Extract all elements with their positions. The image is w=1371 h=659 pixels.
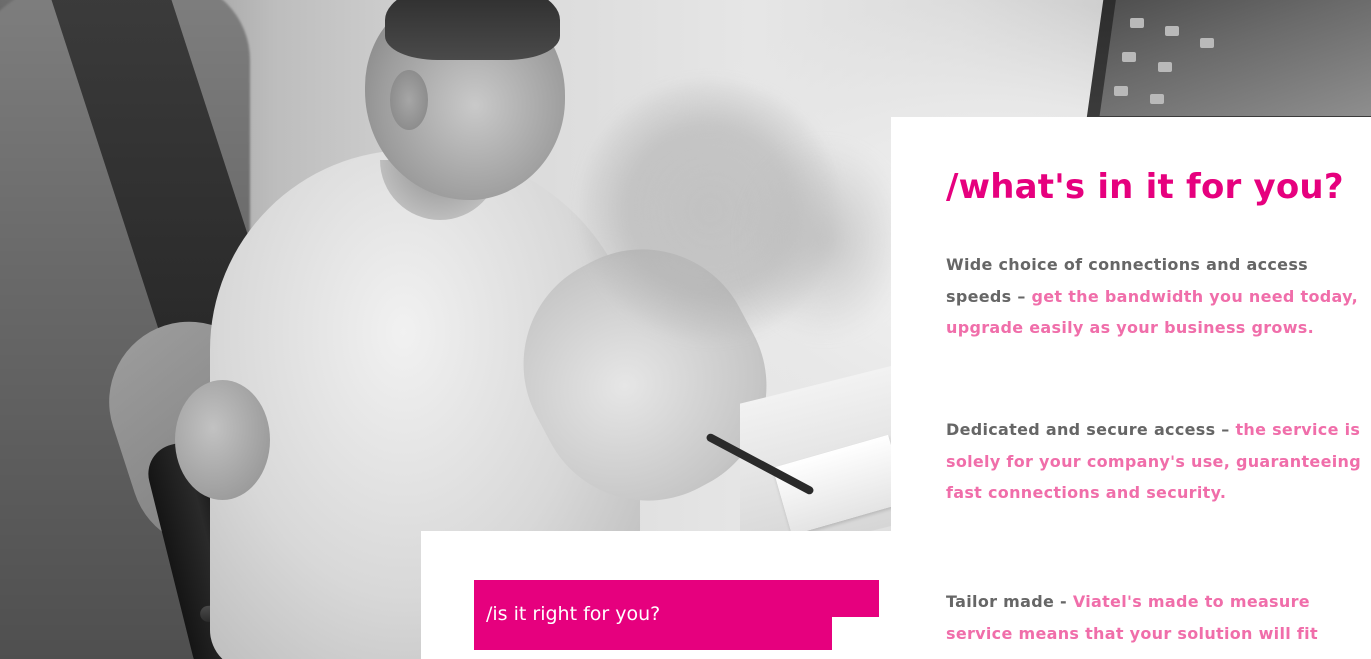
photo-desktop-icon <box>1165 26 1179 36</box>
photo-seated-man-ear <box>390 70 428 130</box>
photo-hand-on-chair <box>175 380 270 500</box>
photo-desktop-icon <box>1122 52 1136 62</box>
is-it-right-label: /is it right for you? <box>486 603 661 625</box>
photo-seated-man-hair <box>385 0 560 60</box>
benefit-secure-access: Dedicated and secure access – the servic… <box>946 414 1366 509</box>
photo-desktop-icon <box>1114 86 1128 96</box>
is-it-right-card: /is it right for you? <box>421 531 891 659</box>
page: /what's in it for you? Wide choice of co… <box>0 0 1371 659</box>
benefits-panel: /what's in it for you? Wide choice of co… <box>891 117 1371 659</box>
benefit-heading: Tailor made - <box>946 592 1073 611</box>
photo-desktop-icon <box>1130 18 1144 28</box>
photo-desktop-icon <box>1158 62 1172 72</box>
photo-desktop-icon <box>1150 94 1164 104</box>
photo-desktop-icon <box>1200 38 1214 48</box>
photo-waving-hand-blur <box>740 140 910 340</box>
benefit-heading: Dedicated and secure access – <box>946 420 1236 439</box>
benefit-connections: Wide choice of connections and access sp… <box>946 249 1366 344</box>
is-it-right-tab[interactable]: /is it right for you? <box>474 580 879 650</box>
benefit-tailor-made: Tailor made - Viatel's made to measure s… <box>946 586 1366 649</box>
benefits-title: /what's in it for you? <box>946 167 1344 207</box>
